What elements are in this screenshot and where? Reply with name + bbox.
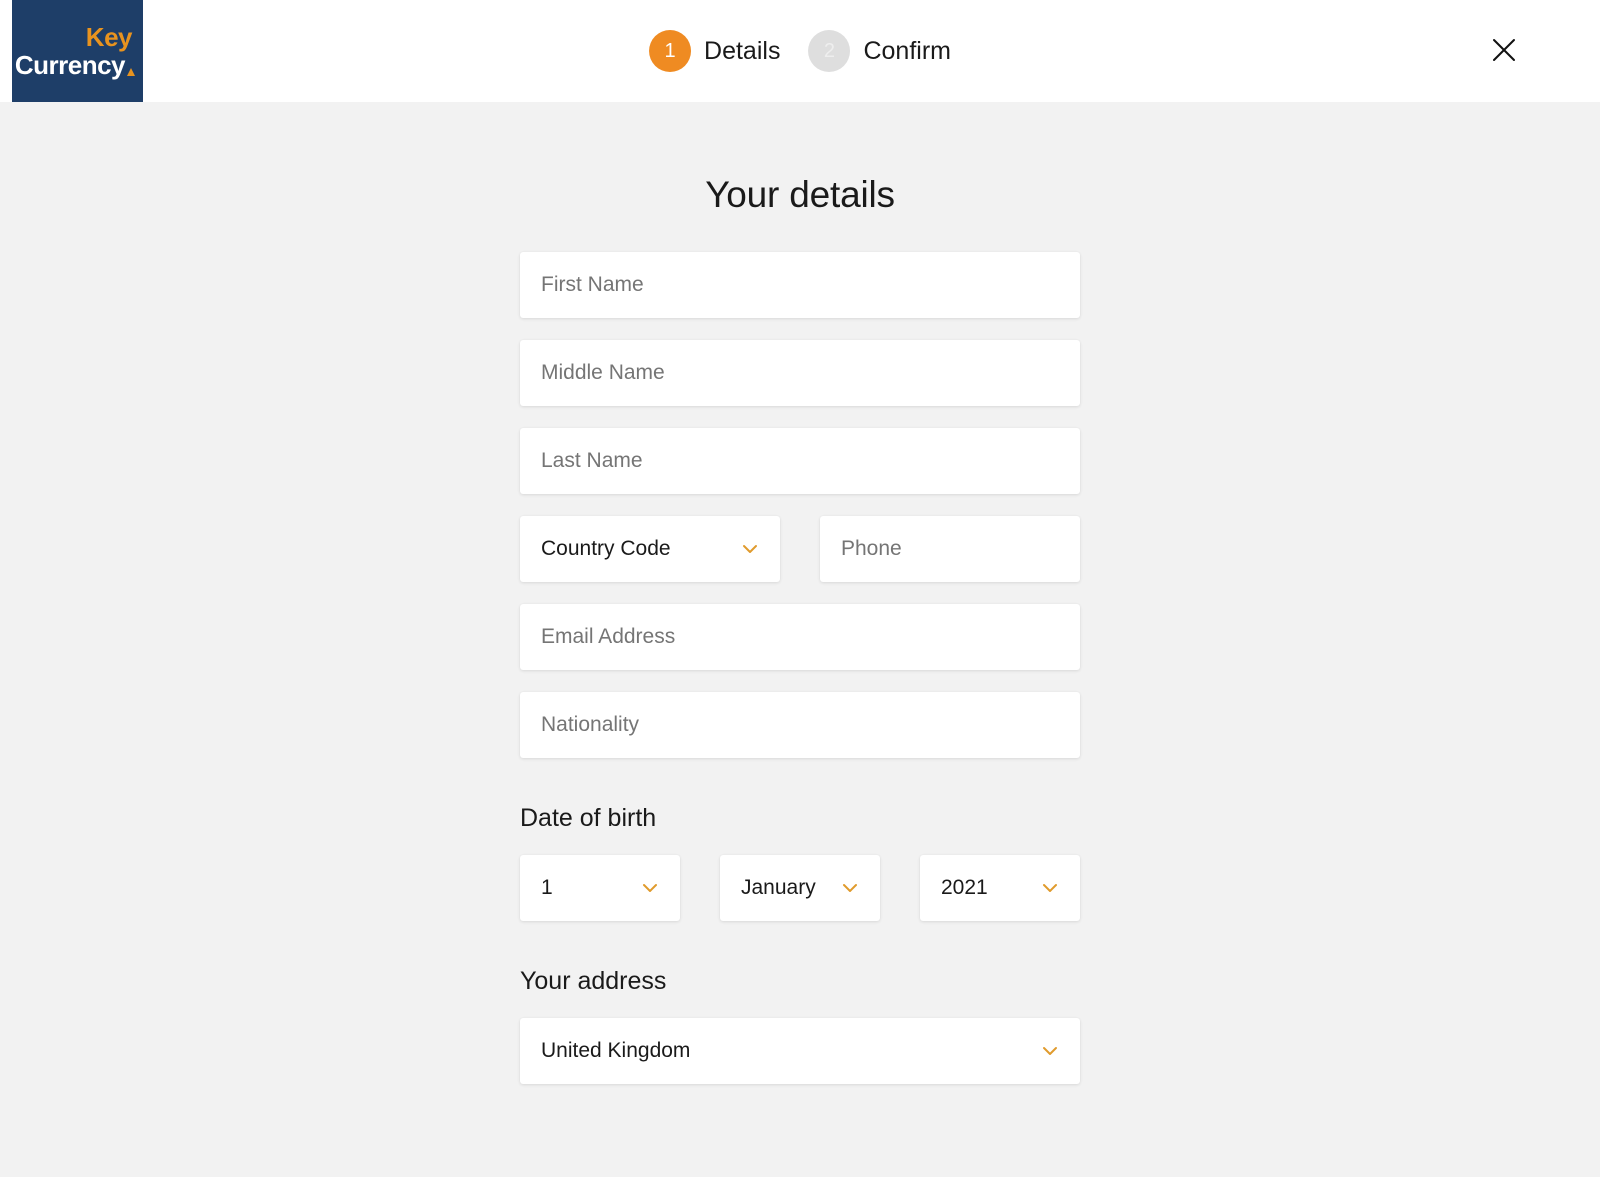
your-address-heading: Your address [520, 967, 667, 995]
last-name-placeholder: Last Name [541, 449, 643, 472]
step-1-label: Details [704, 36, 781, 65]
address-country-select[interactable]: United Kingdom [520, 1018, 1080, 1084]
nationality-placeholder: Nationality [541, 713, 640, 736]
nationality-input[interactable]: Nationality [520, 692, 1080, 758]
phone-input[interactable]: Phone [820, 516, 1080, 582]
first-name-input[interactable]: First Name [520, 252, 1080, 318]
step-confirm[interactable]: 2 Confirm [808, 30, 951, 72]
country-code-value: Country Code [541, 537, 671, 560]
chevron-down-icon [1041, 1045, 1059, 1057]
logo-key-text: Key [85, 22, 133, 52]
dob-month-select[interactable]: January [720, 855, 880, 921]
logo-triangle-icon [127, 68, 135, 76]
email-input[interactable]: Email Address [520, 604, 1080, 670]
middle-name-input[interactable]: Middle Name [520, 340, 1080, 406]
first-name-placeholder: First Name [541, 273, 644, 296]
logo-currency-row: Currency [15, 52, 135, 78]
middle-name-placeholder: Middle Name [541, 361, 665, 384]
progress-stepper: 1 Details 2 Confirm [649, 30, 951, 72]
dob-year-value: 2021 [941, 876, 988, 899]
step-1-circle: 1 [649, 30, 692, 72]
app-header: Key Currency 1 Details 2 Confirm [0, 0, 1600, 102]
chevron-down-icon [1041, 882, 1059, 894]
chevron-down-icon [641, 882, 659, 894]
logo-currency-text: Currency [14, 50, 126, 80]
main-content: Your details First Name Middle Name Last… [0, 102, 1600, 1084]
phone-row: Country Code Phone [520, 516, 1080, 582]
email-placeholder: Email Address [541, 625, 676, 648]
close-icon [1491, 37, 1517, 66]
last-name-input[interactable]: Last Name [520, 428, 1080, 494]
page-title: Your details [705, 174, 895, 215]
details-form: First Name Middle Name Last Name Country… [520, 216, 1080, 1084]
step-2-circle: 2 [808, 30, 851, 72]
country-code-select[interactable]: Country Code [520, 516, 780, 582]
dob-day-value: 1 [541, 876, 553, 899]
date-of-birth-row: 1 January 2021 [520, 855, 1080, 921]
dob-day-select[interactable]: 1 [520, 855, 680, 921]
chevron-down-icon [841, 882, 859, 894]
dob-month-value: January [741, 876, 816, 899]
chevron-down-icon [741, 543, 759, 555]
address-country-value: United Kingdom [541, 1039, 691, 1062]
step-details[interactable]: 1 Details [649, 30, 780, 72]
step-2-label: Confirm [863, 36, 951, 65]
dob-year-select[interactable]: 2021 [920, 855, 1080, 921]
brand-logo[interactable]: Key Currency [12, 0, 143, 102]
phone-placeholder: Phone [841, 537, 902, 560]
close-button[interactable] [1486, 33, 1522, 69]
date-of-birth-heading: Date of birth [520, 804, 657, 832]
